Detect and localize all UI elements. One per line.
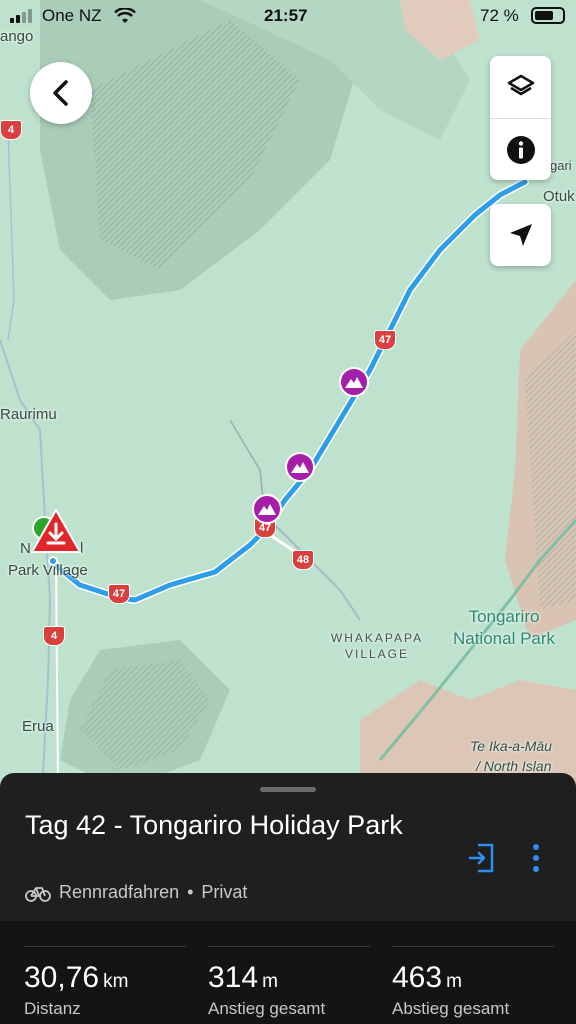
- label-raurimu: Raurimu: [0, 406, 57, 423]
- mountain-poi-icon[interactable]: [285, 452, 315, 482]
- road-shield: 47: [374, 330, 396, 350]
- stat-label: Distanz: [24, 999, 81, 1018]
- activity-title: Tag 42 - Tongariro Holiday Park: [25, 810, 403, 840]
- road-shield: 47: [108, 584, 130, 604]
- battery-icon: [531, 7, 565, 24]
- road-shield: 4: [43, 626, 65, 646]
- label-garira: gari: [550, 158, 572, 173]
- activity-visibility: Privat: [201, 882, 248, 902]
- import-icon: [468, 843, 494, 873]
- stat-value: 463: [392, 961, 443, 994]
- import-button[interactable]: [464, 838, 500, 878]
- more-vertical-icon: [533, 844, 539, 872]
- map-controls: [490, 56, 551, 180]
- battery-percent: 72 %: [480, 6, 519, 25]
- stat-value: 30,76: [24, 961, 100, 994]
- mountain-poi-icon[interactable]: [252, 494, 282, 524]
- label-te-ika: Te Ika-a-Māu: [470, 738, 552, 754]
- stat-label: Abstieg gesamt: [392, 999, 510, 1018]
- map-view[interactable]: ango Raurimu N l Park Village Erua WHAKA…: [0, 0, 576, 790]
- stat-distance: 30,76 km Distanz: [24, 946, 186, 1019]
- more-button[interactable]: [518, 838, 554, 878]
- stat-descent: 463 m Abstieg gesamt: [392, 946, 554, 1019]
- clock: 21:57: [264, 6, 308, 25]
- wifi-icon: [114, 8, 136, 23]
- layers-button[interactable]: [490, 56, 551, 118]
- back-button[interactable]: [30, 62, 92, 124]
- chevron-left-icon: [53, 80, 68, 106]
- stat-value: 314: [208, 961, 259, 994]
- download-warning-icon[interactable]: [30, 507, 82, 561]
- locate-button[interactable]: [490, 204, 551, 266]
- status-bar: One NZ 21:57 72 %: [0, 0, 576, 34]
- navigation-arrow-icon: [509, 224, 532, 246]
- stat-ascent: 314 m Anstieg gesamt: [208, 946, 370, 1019]
- bicycle-icon: [25, 886, 51, 902]
- stat-label: Anstieg gesamt: [208, 999, 326, 1018]
- stats-panel: 30,76 km Distanz 314 m Anstieg gesamt 463 m…: [0, 921, 576, 1024]
- info-icon: [506, 135, 535, 164]
- signal-strength-icon: [10, 9, 32, 23]
- mountain-poi-icon[interactable]: [339, 367, 369, 397]
- label-north-island: / North Islan: [476, 758, 552, 774]
- label-tongariro-national-park: Tongariro National Park: [452, 607, 556, 648]
- activity-type: Rennradfahren: [59, 882, 180, 902]
- label-erua: Erua: [22, 718, 54, 735]
- info-button[interactable]: [490, 118, 551, 180]
- carrier-name: One NZ: [42, 6, 102, 25]
- layers-icon: [507, 74, 534, 96]
- meta-separator: •: [187, 882, 194, 902]
- label-whakapapa: WHAKAPAPA VILLAGE: [330, 631, 424, 661]
- sheet-grabber[interactable]: [260, 787, 316, 792]
- end-dot-icon: [48, 556, 58, 566]
- road-shield: 48: [292, 550, 314, 570]
- label-park-village: Park Village: [8, 562, 88, 579]
- stat-unit: m: [262, 971, 278, 992]
- activity-sheet[interactable]: Tag 42 - Tongariro Holiday Park Rennradf…: [0, 773, 576, 1024]
- stat-unit: m: [446, 971, 462, 992]
- road-shield: 4: [0, 120, 22, 140]
- stat-unit: km: [103, 971, 129, 992]
- activity-meta: Rennradfahren • Privat: [25, 882, 247, 903]
- label-otuk: Otuk: [543, 188, 575, 205]
